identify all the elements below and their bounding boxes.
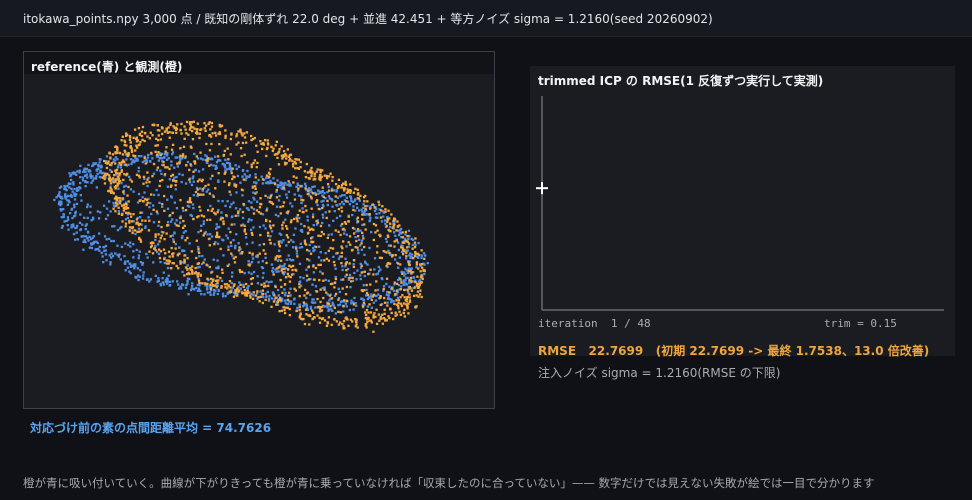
iteration-counter: iteration 1 / 48 — [538, 317, 651, 330]
raw-distance-label: 対応づけ前の素の点間距離平均 = 74.7626 — [30, 421, 272, 435]
observed-points — [101, 120, 426, 333]
point-cloud-panel-header: reference(青) と観測(橙) — [24, 52, 494, 74]
footer-note: 橙が青に吸い付いていく。曲線が下がりきっても橙が青に乗っていなければ「収束したの… — [23, 476, 875, 490]
trim-value: trim = 0.15 — [824, 317, 897, 330]
rmse-readout: RMSE 22.7699 (初期 22.7699 -> 最終 1.7538、13… — [538, 344, 930, 358]
rmse-chart-panel: trimmed ICP の RMSE(1 反復ずつ実行して実測) iterati… — [530, 66, 955, 356]
noise-floor-note: 注入ノイズ sigma = 1.2160(RMSE の下限) — [538, 366, 781, 380]
header-title: itokawa_points.npy 3,000 点 / 既知の剛体ずれ 22.… — [23, 12, 713, 26]
header-bar: itokawa_points.npy 3,000 点 / 既知の剛体ずれ 22.… — [0, 0, 972, 37]
point-cloud-canvas — [53, 120, 429, 333]
rmse-chart — [536, 96, 944, 311]
point-cloud-panel-title: reference(青) と観測(橙) — [31, 60, 183, 74]
rmse-chart-title: trimmed ICP の RMSE(1 反復ずつ実行して実測) — [538, 74, 824, 88]
point-cloud-panel: reference(青) と観測(橙) — [23, 51, 495, 409]
rmse-series — [536, 182, 548, 195]
